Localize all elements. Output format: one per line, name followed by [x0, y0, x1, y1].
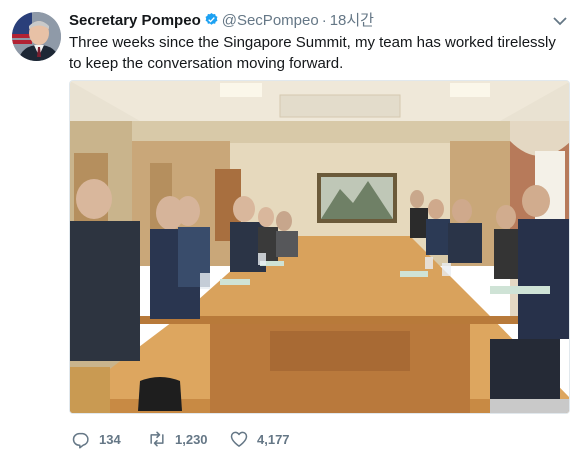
like-button[interactable]: 4,177	[229, 428, 290, 450]
chevron-down-icon	[553, 17, 567, 26]
reply-button[interactable]: 134	[71, 428, 121, 450]
tweet-text: Three weeks since the Singapore Summit, …	[69, 34, 556, 72]
reply-icon	[72, 432, 89, 449]
heart-icon	[230, 431, 248, 447]
separator-dot: ·	[321, 12, 327, 29]
meeting-room-photo-icon	[70, 81, 569, 413]
like-count: 4,177	[257, 431, 290, 447]
display-name[interactable]: Secretary Pompeo	[69, 12, 201, 29]
verified-badge-icon	[205, 12, 218, 25]
tweet-header: Secretary Pompeo @SecPompeo · 18시간	[69, 11, 540, 31]
handle[interactable]: @SecPompeo	[222, 12, 319, 29]
tweet-photo[interactable]	[69, 80, 570, 414]
retweet-button[interactable]: 1,230	[147, 428, 208, 450]
profile-photo-icon	[12, 12, 61, 61]
reply-count: 134	[99, 431, 121, 447]
retweet-count: 1,230	[175, 431, 208, 447]
avatar[interactable]	[12, 12, 61, 61]
tweet-card: Secretary Pompeo @SecPompeo · 18시간 Three we…	[0, 0, 580, 458]
more-options-button[interactable]	[552, 14, 568, 26]
timestamp[interactable]: 18시간	[330, 12, 374, 29]
retweet-icon	[150, 431, 164, 447]
